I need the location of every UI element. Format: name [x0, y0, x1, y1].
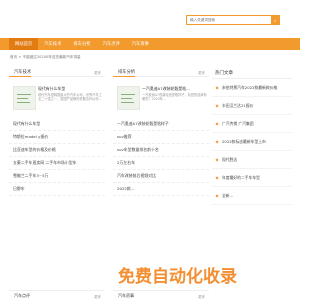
more-link[interactable]: 更多 — [94, 70, 101, 75]
sidebar-item[interactable]: ◆ 丰田汉兰达21报价 — [212, 97, 292, 115]
section-title: 汽车点评 — [14, 293, 30, 298]
list-item[interactable]: 比亚迪车型的价格及价格 — [9, 144, 105, 157]
nav-item-news[interactable]: 汽车资事 — [126, 38, 155, 50]
search-icon: ⌕ — [273, 17, 277, 23]
column-header: 汽车技术 更多 — [9, 66, 105, 77]
header-accent — [9, 76, 31, 77]
nav-item-tech[interactable]: 汽车技术 — [38, 38, 67, 50]
nav-item-review[interactable]: 汽车点评 — [97, 38, 126, 50]
bullet-icon: ◆ — [215, 103, 219, 108]
article-thumbnail[interactable] — [117, 86, 140, 110]
bottom-sections: 汽车点评 更多 汽车资事 更多 — [9, 290, 209, 300]
sidebar-item[interactable]: ◆ 宋伯特黑汽车2022款最新款价格 — [212, 79, 292, 97]
sidebar-item[interactable]: ◆ 广汽传祺 广汽集团 — [212, 115, 292, 133]
sidebar-item[interactable]: ◆ 2022款标志最新车型上市 — [212, 133, 292, 151]
analysis-column: 排车分析 更多 一汽奥迪A7改装轮毂是啥... 一汽奥迪A7改装轮毂是啥样子，轮… — [113, 66, 209, 196]
featured-article[interactable]: 一汽奥迪A7改装轮毂是啥... 一汽奥迪A7改装轮毂是啥样子，轮毂的选择有哪些？… — [113, 83, 209, 118]
bullet-icon: ◆ — [215, 193, 219, 198]
article-thumbnail[interactable] — [13, 86, 36, 110]
bullet-icon: ◆ — [215, 157, 219, 162]
list-item[interactable]: 2022款... — [113, 183, 209, 196]
featured-title[interactable]: 一汽奥迪A7改装轮毂是啥... — [142, 86, 190, 92]
section-title: 汽车资事 — [118, 293, 134, 298]
nav-item-home[interactable]: 网站首页 — [9, 38, 39, 50]
list-item[interactable]: 五菱二手车直卖网 二手车市场小型车 — [9, 157, 105, 170]
tech-column: 汽车技术 更多 现代有什么车型 现代汽车是韩国最大的汽车公司，世界汽车工业二十强… — [9, 66, 105, 196]
sidebar-header: 热门文章 — [212, 66, 292, 79]
sidebar-item[interactable]: ◆ 现代胜达 — [212, 151, 292, 169]
watermark: 免费自动化收录 — [118, 267, 237, 287]
bullet-icon: ◆ — [215, 139, 219, 144]
sidebar-item[interactable]: ◆ 年度最好的二手车车型 — [212, 169, 292, 187]
featured-article[interactable]: 现代有什么车型 现代汽车是韩国最大的汽车公司，世界汽车工业二十强之一，是国产品牌… — [9, 83, 105, 118]
article-list: 一汽奥迪A7改装轮毂是啥样子 suv推荐 suv车型数量排名前十名 2万左右车 … — [113, 118, 209, 196]
more-link[interactable]: 更多 — [198, 294, 205, 299]
column-title: 排车分析 — [118, 70, 136, 75]
search-button[interactable]: ⌕ — [271, 16, 279, 24]
column-title: 汽车技术 — [14, 70, 32, 75]
search-box: ⌕ — [186, 15, 280, 25]
nav-item-analysis[interactable]: 排车分析 — [67, 38, 96, 50]
breadcrumb: 首页 > 不能错过20200年这些最新汽车排量 — [10, 55, 81, 59]
bullet-icon: ◆ — [215, 121, 219, 126]
bullet-icon: ◆ — [215, 175, 219, 180]
list-item[interactable]: 现代有什么车型 — [9, 118, 105, 131]
search-input[interactable] — [187, 16, 271, 24]
list-item[interactable]: 汽车改装前后视频对比 — [113, 170, 209, 183]
column-header: 排车分析 更多 — [113, 66, 209, 77]
featured-description: 一汽奥迪A7改装轮毂是啥样子，轮毂的选择有哪些？2020年... — [142, 93, 207, 102]
list-item[interactable]: 雪佛兰二手车3~5万 — [9, 170, 105, 183]
list-item[interactable]: 特斯拉model y报价 — [9, 131, 105, 144]
main-nav: 网站首页 汽车技术 排车分析 汽车点评 汽车资事 — [0, 38, 300, 50]
sidebar-item[interactable]: ◆ 全新... — [212, 187, 292, 205]
more-link[interactable]: 更多 — [94, 294, 101, 299]
more-link[interactable]: 更多 — [198, 70, 205, 75]
featured-description: 现代汽车是韩国最大的汽车公司，世界汽车工业二十强之一，是国产品牌的重要合作伙伴.… — [38, 93, 102, 102]
bullet-icon: ◆ — [215, 85, 219, 90]
list-item[interactable]: 一汽奥迪A7改装轮毂是啥样子 — [113, 118, 209, 131]
list-item[interactable]: 2万左右车 — [113, 157, 209, 170]
article-list: 现代有什么车型 特斯拉model y报价 比亚迪车型的价格及价格 五菱二手车直卖… — [9, 118, 105, 196]
top-header: ⌕ — [0, 0, 300, 38]
news-section: 汽车资事 更多 — [113, 290, 209, 301]
list-item[interactable]: suv推荐 — [113, 131, 209, 144]
featured-title[interactable]: 现代有什么车型 — [38, 86, 65, 92]
header-accent — [113, 76, 135, 77]
list-item[interactable]: suv车型数量排名前十名 — [113, 144, 209, 157]
sidebar-title: 热门文章 — [215, 70, 233, 76]
review-section: 汽车点评 更多 — [9, 290, 105, 301]
list-item[interactable]: 日野车 — [9, 183, 105, 196]
